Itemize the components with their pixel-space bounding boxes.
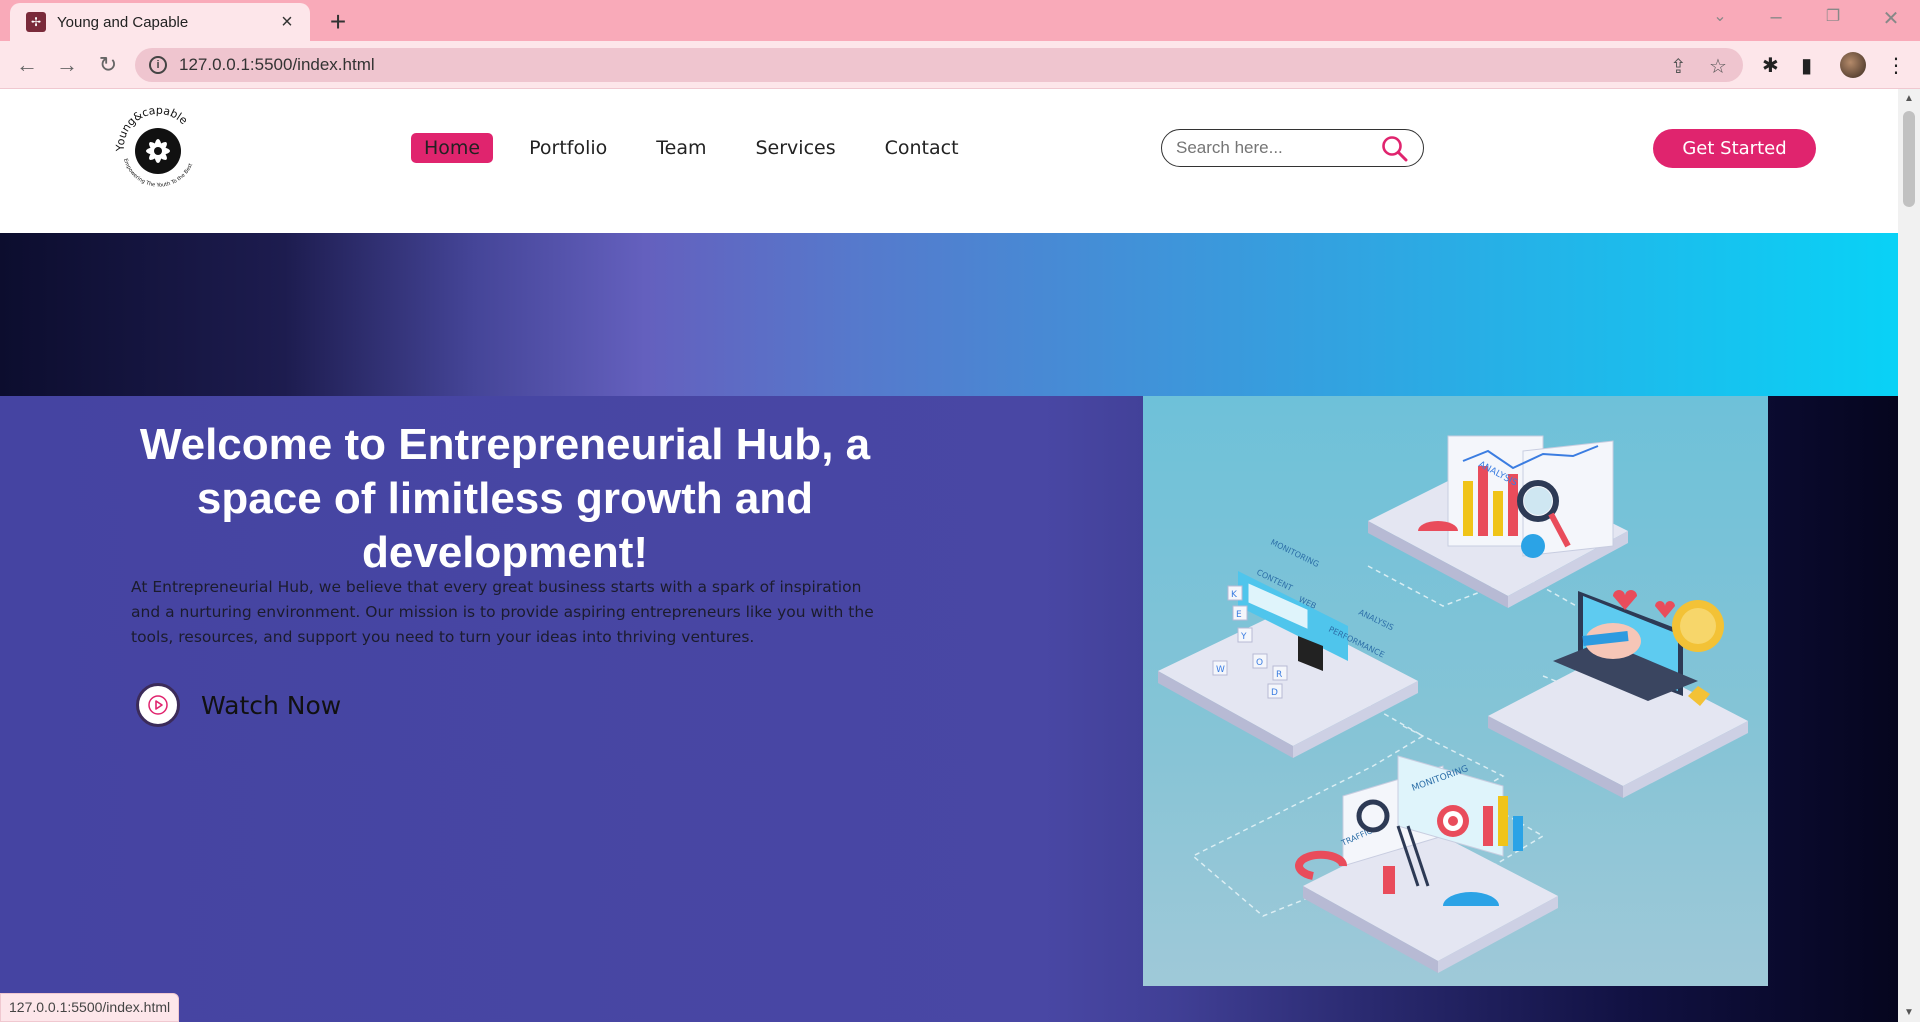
hero-title: Welcome to Entrepreneurial Hub, a space … <box>139 420 871 577</box>
nav-services[interactable]: Services <box>743 133 849 163</box>
address-toolbar: ← → ↻ i 127.0.0.1:5500/index.html ⇪ ☆ ✱ … <box>0 41 1920 89</box>
web-page: Young&capable Empowering The Youth To th… <box>0 89 1898 1022</box>
back-icon[interactable]: ← <box>12 51 42 79</box>
forward-icon[interactable]: → <box>52 51 82 79</box>
restore-icon[interactable]: ❐ <box>1818 6 1848 26</box>
illus-label-analysis-2: ANALYSIS <box>1357 608 1395 633</box>
share-icon[interactable]: ⇪ <box>1670 54 1687 79</box>
illus-letter-w: W <box>1216 665 1225 675</box>
new-tab-icon[interactable]: + <box>323 6 353 38</box>
site-info-icon[interactable]: i <box>149 56 167 74</box>
nav-home[interactable]: Home <box>411 133 494 163</box>
hero-illustration: ANALYSIS MONITORING CONTENT WEB ANALYSIS… <box>1143 396 1768 986</box>
get-started-button[interactable]: Get Started <box>1653 129 1816 168</box>
watch-now-label: Watch Now <box>201 690 342 720</box>
illus-letter-e: E <box>1236 610 1242 620</box>
extensions-icon[interactable]: ✱ <box>1762 53 1779 78</box>
search-icon[interactable] <box>1381 135 1409 163</box>
favicon-icon: ✢ <box>26 12 46 32</box>
profile-avatar[interactable] <box>1840 52 1866 78</box>
page-scrollbar[interactable]: ▲ ▼ <box>1898 89 1920 1022</box>
platform-analysis: ANALYSIS <box>1368 435 1628 608</box>
platform-monitoring: MONITORING TRAFFIC <box>1295 755 1558 973</box>
illus-letter-d: D <box>1271 688 1278 698</box>
status-bar: 127.0.0.1:5500/index.html <box>0 993 180 1022</box>
watch-now-button[interactable]: Watch Now <box>136 683 341 727</box>
menu-kebab-icon[interactable]: ⋮ <box>1886 53 1906 78</box>
nav-contact[interactable]: Contact <box>872 133 972 163</box>
browser-tab-bar: ✢ Young and Capable × + ⌄ – ❐ ✕ <box>0 0 1920 41</box>
illus-letter-o: O <box>1256 658 1263 668</box>
nav-portfolio[interactable]: Portfolio <box>516 133 620 163</box>
illus-letter-y: Y <box>1240 632 1247 642</box>
nav-team[interactable]: Team <box>643 133 719 163</box>
close-tab-icon[interactable]: × <box>276 11 298 34</box>
site-logo[interactable]: Young&capable Empowering The Youth To th… <box>112 101 204 193</box>
site-header: Young&capable Empowering The Youth To th… <box>0 89 1898 233</box>
hero-description: At Entrepreneurial Hub, we believe that … <box>131 578 874 646</box>
illus-letter-r: R <box>1276 670 1282 680</box>
play-icon[interactable] <box>136 683 180 727</box>
tab-title: Young and Capable <box>57 13 189 31</box>
side-panel-icon[interactable]: ▮ <box>1801 53 1812 78</box>
gradient-banner <box>0 233 1898 396</box>
tab-search-icon[interactable]: ⌄ <box>1705 6 1735 26</box>
minimize-icon[interactable]: – <box>1761 6 1791 29</box>
scroll-up-icon[interactable]: ▲ <box>1904 93 1914 104</box>
scroll-down-icon[interactable]: ▼ <box>1904 1007 1914 1018</box>
main-nav: Home Portfolio Team Services Contact <box>411 133 995 163</box>
url-text[interactable]: 127.0.0.1:5500/index.html <box>179 55 375 75</box>
scrollbar-thumb[interactable] <box>1903 111 1915 207</box>
platform-keyword: MONITORING CONTENT WEB ANALYSIS PERFORMA… <box>1158 538 1418 758</box>
illus-label-monitoring: MONITORING <box>1269 538 1320 569</box>
bookmark-star-icon[interactable]: ☆ <box>1709 54 1727 79</box>
hero-section: Welcome to Entrepreneurial Hub, a space … <box>0 396 1898 1022</box>
browser-tab[interactable]: ✢ Young and Capable × <box>10 3 310 41</box>
omnibox[interactable]: i 127.0.0.1:5500/index.html ⇪ ☆ <box>135 48 1743 82</box>
platform-social <box>1488 590 1748 798</box>
reload-icon[interactable]: ↻ <box>93 51 123 79</box>
search-box <box>1161 129 1424 167</box>
isometric-analytics-illustration: ANALYSIS MONITORING CONTENT WEB ANALYSIS… <box>1158 435 1748 973</box>
close-window-icon[interactable]: ✕ <box>1876 6 1906 31</box>
search-input[interactable] <box>1176 138 1376 158</box>
